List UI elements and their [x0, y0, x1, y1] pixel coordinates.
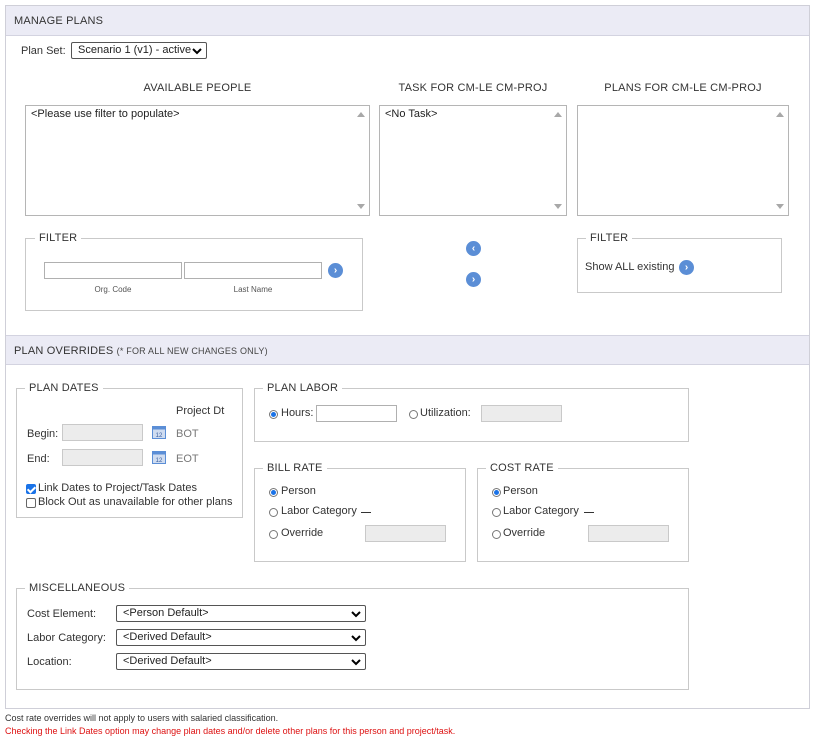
utilization-input[interactable] — [481, 405, 562, 422]
svg-text:12: 12 — [156, 458, 163, 464]
calendar-icon[interactable]: 12 — [152, 450, 166, 464]
move-right-button[interactable]: › — [466, 272, 481, 287]
utilization-radio[interactable] — [409, 410, 418, 419]
bill-rate-title: BILL RATE — [263, 462, 327, 474]
cost-rate-title: COST RATE — [486, 462, 558, 474]
cost-labor-category-dash — [584, 512, 594, 513]
cost-override-label: Override — [503, 527, 546, 539]
task-list[interactable]: <No Task> — [379, 105, 567, 216]
plan-overrides-title: PLAN OVERRIDES — [14, 345, 114, 357]
end-date-input[interactable] — [62, 449, 143, 466]
block-out-checkbox[interactable] — [26, 498, 36, 508]
plan-dates-title: PLAN DATES — [25, 382, 103, 394]
last-name-label: Last Name — [233, 285, 273, 294]
plan-overrides-subtitle: (* FOR ALL NEW CHANGES ONLY) — [116, 346, 268, 356]
filter-go-button[interactable]: › — [328, 263, 343, 278]
miscellaneous-title: MISCELLANEOUS — [25, 582, 130, 594]
cost-person-label: Person — [503, 485, 538, 497]
labor-category-select[interactable]: <Derived Default> — [116, 629, 366, 646]
scroll-up-icon[interactable] — [554, 112, 562, 117]
cost-person-radio[interactable] — [492, 488, 501, 497]
plans-list[interactable] — [577, 105, 789, 216]
hours-radio[interactable] — [269, 410, 278, 419]
bill-person-label: Person — [281, 485, 316, 497]
cost-override-input[interactable] — [588, 525, 669, 542]
scrollbar[interactable] — [354, 107, 368, 214]
task-heading: TASK FOR CM-LE CM-PROJ — [398, 82, 548, 94]
labor-category-value: <Derived Default> — [123, 631, 212, 643]
list-item[interactable]: <No Task> — [385, 108, 561, 120]
scroll-up-icon[interactable] — [776, 112, 784, 117]
manage-plans-title: MANAGE PLANS — [14, 15, 104, 27]
cost-element-select[interactable]: <Person Default> — [116, 605, 366, 622]
plans-filter-title: FILTER — [586, 232, 633, 244]
plan-labor-title: PLAN LABOR — [263, 382, 343, 394]
show-all-existing-label: Show ALL existing — [585, 261, 675, 273]
bill-override-input[interactable] — [365, 525, 446, 542]
chevron-down-icon — [351, 659, 361, 666]
labor-category-label: Labor Category: — [27, 632, 106, 644]
available-people-list[interactable]: <Please use filter to populate> — [25, 105, 370, 216]
end-project-value: EOT — [176, 453, 199, 465]
bill-labor-category-dash — [361, 512, 371, 513]
people-filter-title: FILTER — [35, 232, 82, 244]
end-label: End: — [27, 453, 50, 465]
org-code-label: Org. Code — [94, 285, 132, 294]
hours-input[interactable] — [316, 405, 397, 422]
link-dates-label: Link Dates to Project/Task Dates — [38, 482, 197, 494]
scroll-down-icon[interactable] — [776, 204, 784, 209]
chevron-down-icon — [351, 611, 361, 618]
chevron-down-icon — [351, 635, 361, 642]
move-left-button[interactable]: ‹ — [466, 241, 481, 256]
scroll-up-icon[interactable] — [357, 112, 365, 117]
chevron-right-icon: › — [684, 262, 689, 273]
org-code-input[interactable] — [44, 262, 182, 279]
chevron-down-icon — [192, 48, 202, 55]
begin-label: Begin: — [27, 428, 59, 440]
cost-labor-category-label: Labor Category — [503, 505, 579, 517]
scrollbar[interactable] — [551, 107, 565, 214]
available-people-heading: AVAILABLE PEOPLE — [143, 82, 252, 94]
bill-labor-category-radio[interactable] — [269, 508, 278, 517]
chevron-right-icon: › — [471, 274, 476, 285]
list-item[interactable]: <Please use filter to populate> — [31, 108, 364, 120]
manage-plans-header: MANAGE PLANS — [6, 6, 809, 36]
plans-heading: PLANS FOR CM-LE CM-PROJ — [604, 82, 762, 94]
chevron-right-icon: › — [333, 265, 338, 276]
salaried-note: Cost rate overrides will not apply to us… — [5, 713, 279, 723]
calendar-icon[interactable]: 12 — [152, 425, 166, 439]
begin-date-input[interactable] — [62, 424, 143, 441]
bill-person-radio[interactable] — [269, 488, 278, 497]
hours-label: Hours: — [281, 407, 314, 419]
plan-set-label: Plan Set: — [21, 45, 66, 57]
scroll-down-icon[interactable] — [357, 204, 365, 209]
bill-labor-category-label: Labor Category — [281, 505, 357, 517]
show-all-button[interactable]: › — [679, 260, 694, 275]
project-dt-label: Project Dt — [176, 405, 225, 417]
link-dates-warning: Checking the Link Dates option may chang… — [5, 726, 456, 736]
bill-override-radio[interactable] — [269, 530, 278, 539]
begin-project-value: BOT — [176, 428, 199, 440]
bill-override-label: Override — [281, 527, 324, 539]
link-dates-checkbox[interactable] — [26, 484, 36, 494]
scrollbar[interactable] — [773, 107, 787, 214]
plan-overrides-header: PLAN OVERRIDES (* FOR ALL NEW CHANGES ON… — [6, 335, 809, 365]
last-name-input[interactable] — [184, 262, 322, 279]
cost-override-radio[interactable] — [492, 530, 501, 539]
block-out-label: Block Out as unavailable for other plans — [38, 496, 233, 508]
svg-text:12: 12 — [156, 433, 163, 439]
cost-labor-category-radio[interactable] — [492, 508, 501, 517]
location-select[interactable]: <Derived Default> — [116, 653, 366, 670]
plan-set-value: Scenario 1 (v1) - active — [78, 44, 192, 56]
location-label: Location: — [27, 656, 72, 668]
location-value: <Derived Default> — [123, 655, 212, 667]
utilization-label: Utilization: — [420, 407, 471, 419]
chevron-left-icon: ‹ — [471, 243, 476, 254]
scroll-down-icon[interactable] — [554, 204, 562, 209]
plan-set-select[interactable]: Scenario 1 (v1) - active — [71, 42, 207, 59]
cost-element-label: Cost Element: — [27, 608, 97, 620]
cost-element-value: <Person Default> — [123, 607, 209, 619]
